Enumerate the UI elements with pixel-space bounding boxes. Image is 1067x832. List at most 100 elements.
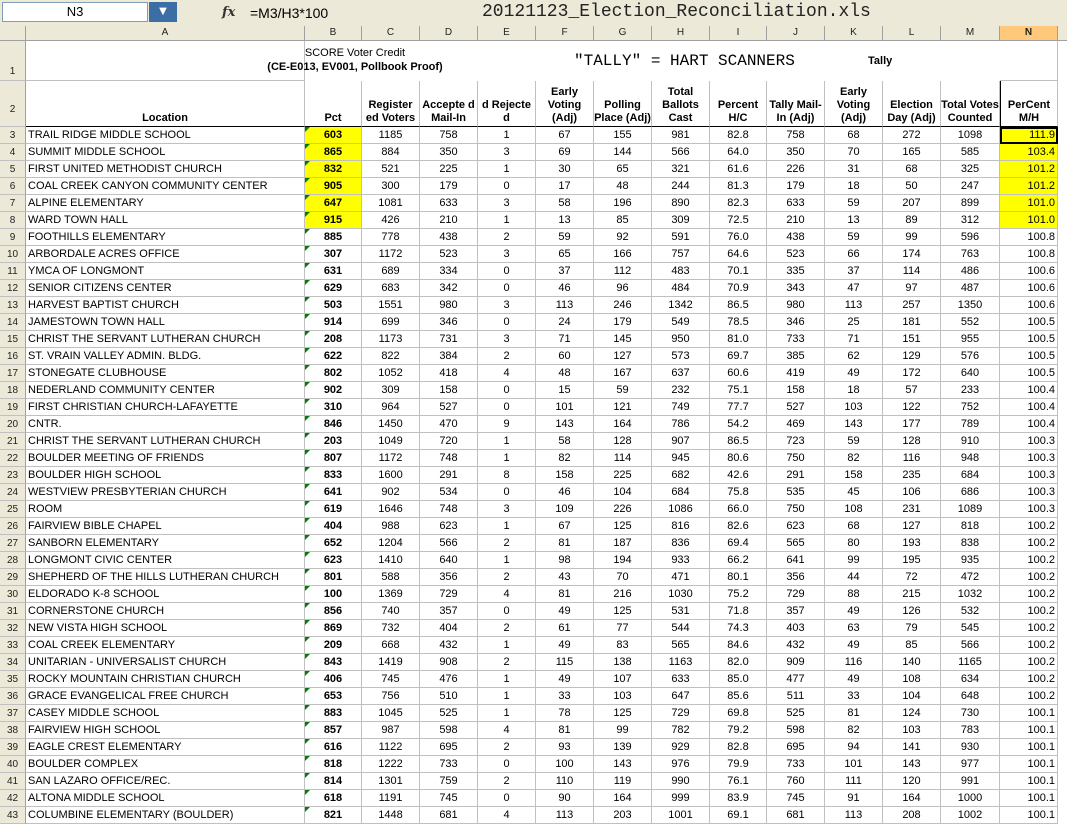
value-cell-d[interactable]: 210 bbox=[420, 212, 478, 229]
value-cell-m[interactable]: 684 bbox=[941, 467, 1000, 484]
value-cell-j[interactable]: 226 bbox=[767, 161, 825, 178]
value-cell-j[interactable]: 469 bbox=[767, 416, 825, 433]
pct-cell[interactable]: 307 bbox=[305, 246, 362, 263]
location-cell[interactable]: LONGMONT CIVIC CENTER bbox=[26, 552, 305, 569]
value-cell-d[interactable]: 633 bbox=[420, 195, 478, 212]
value-cell-j[interactable]: 681 bbox=[767, 807, 825, 824]
value-cell-e[interactable]: 1 bbox=[478, 705, 536, 722]
value-cell-c[interactable]: 689 bbox=[362, 263, 420, 280]
value-cell-l[interactable]: 122 bbox=[883, 399, 941, 416]
pct-cell[interactable]: 203 bbox=[305, 433, 362, 450]
value-cell-c[interactable]: 1450 bbox=[362, 416, 420, 433]
value-cell-i[interactable]: 60.6 bbox=[710, 365, 767, 382]
value-cell-h[interactable]: 981 bbox=[652, 127, 710, 144]
location-cell[interactable]: SAN LAZARO OFFICE/REC. bbox=[26, 773, 305, 790]
row-header[interactable]: 11 bbox=[0, 263, 26, 280]
value-cell-l[interactable]: 103 bbox=[883, 722, 941, 739]
value-cell-f[interactable]: 58 bbox=[536, 195, 594, 212]
value-cell-l[interactable]: 257 bbox=[883, 297, 941, 314]
row-header[interactable]: 4 bbox=[0, 144, 26, 161]
value-cell-h[interactable]: 244 bbox=[652, 178, 710, 195]
row-header[interactable]: 20 bbox=[0, 416, 26, 433]
value-cell-k[interactable]: 33 bbox=[825, 688, 883, 705]
value-cell-n[interactable]: 103.4 bbox=[1000, 144, 1058, 161]
value-cell-l[interactable]: 164 bbox=[883, 790, 941, 807]
value-cell-m[interactable]: 634 bbox=[941, 671, 1000, 688]
pct-cell[interactable]: 833 bbox=[305, 467, 362, 484]
value-cell-n[interactable]: 100.1 bbox=[1000, 773, 1058, 790]
value-cell-j[interactable]: 357 bbox=[767, 603, 825, 620]
value-cell-k[interactable]: 70 bbox=[825, 144, 883, 161]
value-cell-d[interactable]: 470 bbox=[420, 416, 478, 433]
value-cell-i[interactable]: 78.5 bbox=[710, 314, 767, 331]
column-header-c[interactable]: C bbox=[362, 26, 420, 40]
value-cell-i[interactable]: 82.6 bbox=[710, 518, 767, 535]
value-cell-l[interactable]: 128 bbox=[883, 433, 941, 450]
value-cell-f[interactable]: 49 bbox=[536, 603, 594, 620]
pct-cell[interactable]: 623 bbox=[305, 552, 362, 569]
value-cell-k[interactable]: 31 bbox=[825, 161, 883, 178]
value-cell-d[interactable]: 695 bbox=[420, 739, 478, 756]
row-header[interactable]: 36 bbox=[0, 688, 26, 705]
row-header[interactable]: 29 bbox=[0, 569, 26, 586]
value-cell-j[interactable]: 633 bbox=[767, 195, 825, 212]
pct-cell[interactable]: 821 bbox=[305, 807, 362, 824]
value-cell-m[interactable]: 1098 bbox=[941, 127, 1000, 144]
value-cell-l[interactable]: 126 bbox=[883, 603, 941, 620]
value-cell-j[interactable]: 291 bbox=[767, 467, 825, 484]
location-cell[interactable]: YMCA OF LONGMONT bbox=[26, 263, 305, 280]
value-cell-j[interactable]: 641 bbox=[767, 552, 825, 569]
chevron-down-icon[interactable]: ▼ bbox=[149, 2, 177, 22]
location-cell[interactable]: COAL CREEK ELEMENTARY bbox=[26, 637, 305, 654]
value-cell-k[interactable]: 47 bbox=[825, 280, 883, 297]
value-cell-e[interactable]: 1 bbox=[478, 127, 536, 144]
value-cell-f[interactable]: 82 bbox=[536, 450, 594, 467]
function-icon[interactable]: fx bbox=[222, 3, 242, 23]
value-cell-g[interactable]: 194 bbox=[594, 552, 652, 569]
row-header[interactable]: 24 bbox=[0, 484, 26, 501]
value-cell-k[interactable]: 81 bbox=[825, 705, 883, 722]
value-cell-h[interactable]: 633 bbox=[652, 671, 710, 688]
value-cell-i[interactable]: 70.9 bbox=[710, 280, 767, 297]
value-cell-c[interactable]: 1049 bbox=[362, 433, 420, 450]
value-cell-h[interactable]: 999 bbox=[652, 790, 710, 807]
value-cell-l[interactable]: 120 bbox=[883, 773, 941, 790]
value-cell-j[interactable]: 210 bbox=[767, 212, 825, 229]
value-cell-n[interactable]: 100.2 bbox=[1000, 569, 1058, 586]
value-cell-n[interactable]: 100.1 bbox=[1000, 807, 1058, 824]
value-cell-l[interactable]: 235 bbox=[883, 467, 941, 484]
value-cell-h[interactable]: 637 bbox=[652, 365, 710, 382]
value-cell-n[interactable]: 100.3 bbox=[1000, 467, 1058, 484]
value-cell-m[interactable]: 838 bbox=[941, 535, 1000, 552]
value-cell-e[interactable]: 1 bbox=[478, 637, 536, 654]
value-cell-n[interactable]: 100.6 bbox=[1000, 263, 1058, 280]
value-cell-h[interactable]: 483 bbox=[652, 263, 710, 280]
value-cell-h[interactable]: 782 bbox=[652, 722, 710, 739]
value-cell-j[interactable]: 909 bbox=[767, 654, 825, 671]
value-cell-e[interactable]: 1 bbox=[478, 671, 536, 688]
value-cell-m[interactable]: 955 bbox=[941, 331, 1000, 348]
row-header[interactable]: 33 bbox=[0, 637, 26, 654]
value-cell-m[interactable]: 1089 bbox=[941, 501, 1000, 518]
value-cell-j[interactable]: 477 bbox=[767, 671, 825, 688]
value-cell-l[interactable]: 181 bbox=[883, 314, 941, 331]
location-cell[interactable]: FAIRVIEW BIBLE CHAPEL bbox=[26, 518, 305, 535]
pct-cell[interactable]: 641 bbox=[305, 484, 362, 501]
value-cell-n[interactable]: 100.2 bbox=[1000, 654, 1058, 671]
value-cell-l[interactable]: 193 bbox=[883, 535, 941, 552]
pct-cell[interactable]: 801 bbox=[305, 569, 362, 586]
value-cell-c[interactable]: 683 bbox=[362, 280, 420, 297]
value-cell-j[interactable]: 723 bbox=[767, 433, 825, 450]
value-cell-c[interactable]: 1052 bbox=[362, 365, 420, 382]
value-cell-l[interactable]: 104 bbox=[883, 688, 941, 705]
value-cell-l[interactable]: 143 bbox=[883, 756, 941, 773]
value-cell-e[interactable]: 4 bbox=[478, 365, 536, 382]
column-header-n[interactable]: N bbox=[1000, 26, 1058, 40]
value-cell-j[interactable]: 346 bbox=[767, 314, 825, 331]
value-cell-g[interactable]: 166 bbox=[594, 246, 652, 263]
value-cell-e[interactable]: 2 bbox=[478, 229, 536, 246]
value-cell-f[interactable]: 15 bbox=[536, 382, 594, 399]
value-cell-d[interactable]: 334 bbox=[420, 263, 478, 280]
value-cell-g[interactable]: 164 bbox=[594, 416, 652, 433]
value-cell-h[interactable]: 565 bbox=[652, 637, 710, 654]
